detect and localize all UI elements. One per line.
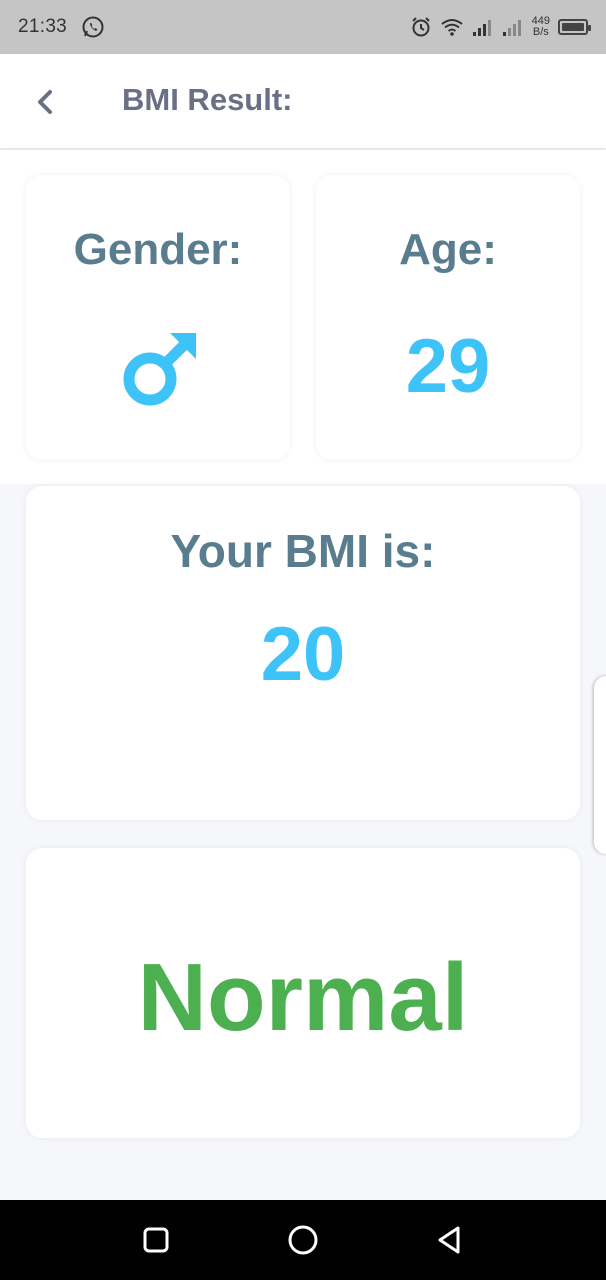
- status-bar: 21:33 449 B/s: [0, 0, 606, 54]
- signal-icon: [502, 20, 521, 36]
- bmi-value: 20: [260, 612, 346, 697]
- whatsapp-icon: [82, 16, 104, 38]
- bmi-card: Your BMI is: 20: [26, 486, 580, 820]
- battery-icon: [558, 19, 591, 35]
- gender-card: Gender:: [26, 175, 290, 460]
- status-icons: 449 B/s: [410, 16, 591, 38]
- network-speed-unit: B/s: [532, 26, 549, 38]
- home-circle-icon[interactable]: [285, 1222, 321, 1258]
- wifi-icon: [441, 19, 463, 36]
- bmi-status-card: Normal: [26, 848, 580, 1138]
- bmi-status-text: Normal: [137, 944, 469, 1051]
- recents-square-icon[interactable]: [138, 1222, 174, 1258]
- back-button[interactable]: [30, 86, 62, 118]
- alarm-icon: [411, 17, 430, 37]
- page-title: BMI Result:: [122, 82, 293, 117]
- gender-label: Gender:: [73, 225, 243, 274]
- male-icon: [123, 333, 196, 406]
- back-triangle-icon[interactable]: [432, 1222, 468, 1258]
- age-value: 29: [405, 324, 491, 409]
- edge-panel-handle[interactable]: [594, 676, 606, 854]
- age-card: Age: 29: [316, 175, 580, 460]
- status-time: 21:33: [18, 16, 68, 37]
- bmi-result-screen: 21:33 449 B/s BMI Result: Gender: Age: 2…: [0, 0, 606, 1280]
- bmi-label: Your BMI is:: [170, 525, 436, 577]
- app-bar: BMI Result:: [0, 54, 606, 148]
- age-label: Age:: [399, 225, 497, 274]
- signal-icon: [472, 20, 491, 36]
- chevron-left-icon: [38, 90, 52, 114]
- network-speed: 449 B/s: [532, 16, 550, 38]
- system-nav-bar: [0, 1200, 606, 1280]
